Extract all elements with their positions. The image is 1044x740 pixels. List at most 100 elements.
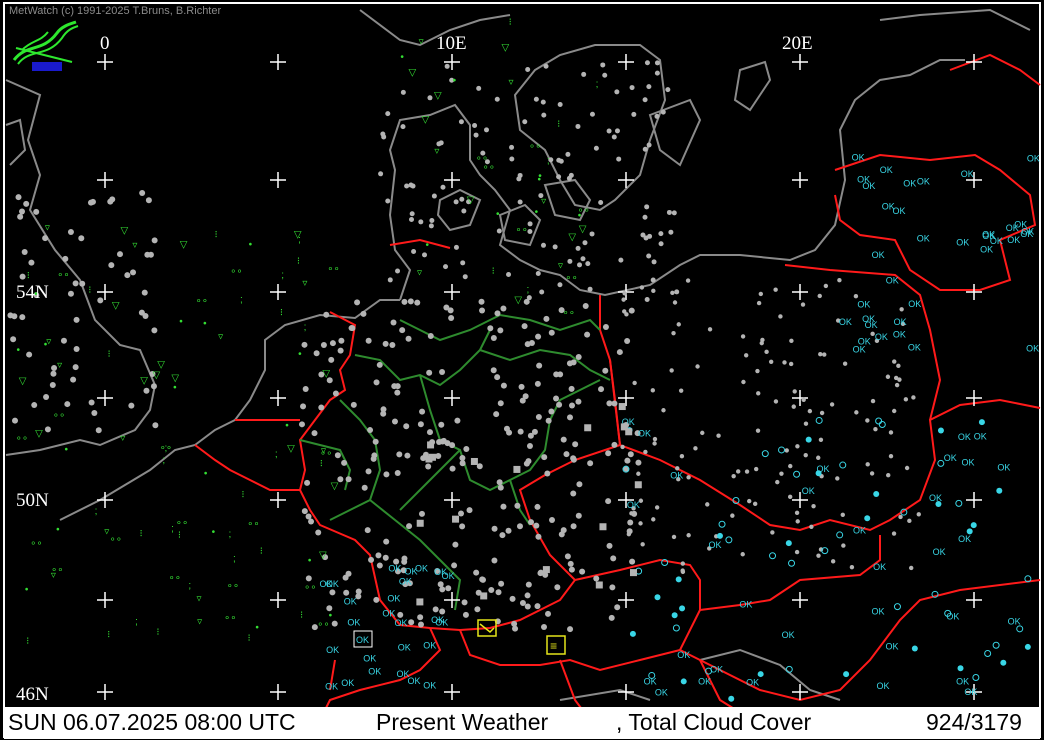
station-dot-icon <box>541 623 548 630</box>
station-dot-icon <box>10 336 17 343</box>
rain-shower-icon: ; <box>233 554 236 565</box>
cloud-cover-icon: OK <box>677 650 690 660</box>
station-dot-icon <box>506 271 512 277</box>
station-dot-icon <box>449 442 456 449</box>
station-dot-icon <box>686 533 691 538</box>
station-dot-icon <box>843 671 850 678</box>
station-count: 924/3179 <box>926 709 1022 735</box>
station-dot-icon <box>60 337 67 344</box>
station-dot-icon <box>621 297 626 302</box>
station-dot-icon <box>382 554 389 561</box>
station-dot-icon <box>364 527 371 534</box>
station-dot-icon <box>97 297 104 304</box>
station-dot-icon <box>567 560 574 567</box>
station-dot-icon <box>539 289 545 295</box>
station-dot-icon <box>836 531 844 539</box>
station-dot-icon <box>587 460 594 467</box>
station-dot-icon <box>448 315 455 322</box>
station-dot-icon <box>819 410 825 416</box>
station-dot-icon <box>768 359 774 364</box>
station-dot-icon <box>431 193 437 199</box>
station-dot-icon <box>300 403 307 410</box>
grid-cross-icon <box>270 284 286 300</box>
station-dot-icon <box>602 323 609 330</box>
station-dot-icon <box>570 490 577 497</box>
station-dot-icon <box>458 510 465 517</box>
rain-shower-icon: ∘∘ <box>224 613 237 624</box>
station-dot-icon <box>756 300 762 306</box>
station-dot-icon <box>399 327 406 334</box>
station-dot-icon <box>367 427 374 434</box>
station-dot-icon <box>536 362 543 369</box>
logo-icon <box>12 20 79 71</box>
map-canvas[interactable]: OKOKOKOKOKOKOKOKOKOKOKOKOKOKOKOKOKOKOKOK… <box>0 0 1044 740</box>
station-dot-icon <box>462 611 469 618</box>
station-dot-icon <box>671 534 677 540</box>
rain-shower-icon: ▽ <box>153 370 161 381</box>
station-dot-icon <box>500 382 507 389</box>
station-dot-icon <box>894 382 900 388</box>
station-dot-icon <box>568 385 575 392</box>
station-dot-icon <box>624 312 629 317</box>
station-dot-icon <box>509 144 515 150</box>
station-dot-icon <box>837 278 842 283</box>
station-dot-icon <box>535 413 542 420</box>
station-dot-icon <box>651 259 657 265</box>
rain-shower-icon: ∘∘ <box>57 270 70 281</box>
station-dot-icon <box>447 307 454 314</box>
station-dot-icon <box>685 278 691 283</box>
station-dot-icon <box>853 293 859 299</box>
grid-cross-icon <box>444 172 460 188</box>
station-dot-icon <box>495 589 502 596</box>
station-dot-icon <box>545 610 552 617</box>
station-dot-icon <box>395 268 401 274</box>
station-dot-icon <box>461 208 467 214</box>
station-dot-icon <box>332 390 339 397</box>
station-dot-icon <box>911 645 918 652</box>
station-dot-icon <box>500 503 507 510</box>
cloud-cover-icon: OK <box>1027 153 1040 163</box>
station-dot-icon <box>31 402 38 409</box>
station-dot-icon <box>334 452 341 459</box>
station-dot-icon <box>517 199 523 205</box>
station-dot-icon <box>394 470 401 477</box>
cloud-cover-icon: OK <box>961 457 974 467</box>
weather-map[interactable]: OK OK OK OK OK OK OK OK OK OK OK OK OK OK OK OK OK OK OK OK… <box>0 0 1044 740</box>
station-dot-icon <box>741 379 746 385</box>
station-dot-icon <box>440 437 447 444</box>
station-dot-icon <box>815 470 822 477</box>
station-dot-icon <box>151 237 158 244</box>
cloud-cover-icon: OK <box>872 606 885 616</box>
station-dot-icon <box>372 438 379 445</box>
rain-shower-icon: ⁝ <box>260 546 263 557</box>
station-dot-icon <box>70 376 77 383</box>
station-dot-icon <box>548 516 555 523</box>
station-dot-icon <box>788 463 793 469</box>
station-dot-icon <box>91 410 98 417</box>
rain-shower-icon: ▿ <box>132 240 137 251</box>
station-dot-icon <box>735 469 741 474</box>
cloud-cover-icon: OK <box>917 234 930 244</box>
rain-shower-icon: ⁝ <box>139 529 142 540</box>
station-dot-icon <box>438 421 445 428</box>
station-dot-icon <box>800 302 806 307</box>
station-dot-icon <box>426 429 433 436</box>
station-dot-icon <box>354 299 361 306</box>
station-dot-icon <box>640 542 645 547</box>
station-dot-icon <box>521 323 528 330</box>
cloud-cover-icon: OK <box>956 676 969 686</box>
station-dot-icon <box>639 285 645 290</box>
station-dot-icon <box>527 221 533 227</box>
station-dot-icon <box>753 466 759 472</box>
station-dot-icon <box>636 471 641 476</box>
station-dot-icon <box>88 399 95 406</box>
station-dot-icon <box>428 223 434 229</box>
station-dot-icon <box>78 235 85 242</box>
grid-cross-icon <box>792 172 808 188</box>
station-dot-icon <box>680 678 687 685</box>
station-dot-icon <box>598 386 605 393</box>
station-dot-icon <box>651 288 656 294</box>
grid-cross-icon <box>444 390 460 406</box>
rain-shower-icon: ▿ <box>197 617 202 628</box>
station-dot-icon <box>338 337 345 344</box>
